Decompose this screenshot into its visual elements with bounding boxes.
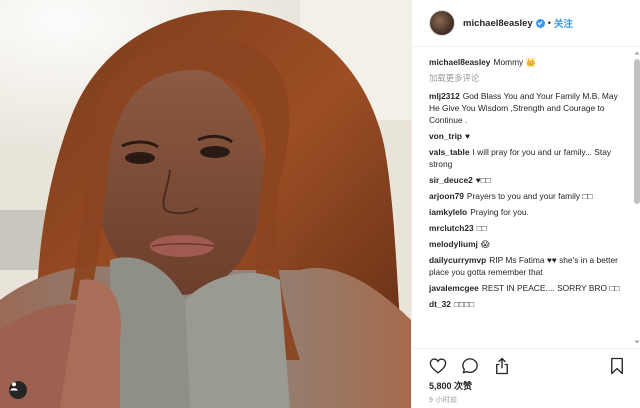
comment-text: ♥□□ [475,175,491,185]
comment-item: dailycurrymvp RIP Ms Fatima ♥♥ she's in a… [429,254,629,278]
post-timestamp[interactable]: 9 小时前 [429,395,457,405]
verified-icon [535,18,545,28]
comment-text: 😱 [480,239,490,249]
comment-button[interactable] [460,356,480,376]
like-button[interactable] [428,356,448,376]
comment-text: REST IN PEACE.... SORRY BRO □□ [481,283,620,293]
scroll-down-icon[interactable] [634,339,640,345]
bookmark-icon [611,357,623,375]
comment-username[interactable]: iamkylelo [429,207,467,217]
save-button[interactable] [607,356,627,376]
comment-text: ♥ [465,131,471,141]
share-button[interactable] [492,356,512,376]
user-tag-button[interactable] [9,381,27,399]
scroll-up-icon[interactable] [634,50,640,56]
share-icon [496,357,508,375]
comments-scrollbar[interactable] [633,49,640,346]
comment-item: dt_32 □□□□ [429,298,629,310]
comment-item: mlj2312 God Blass You and Your Family M.B… [429,90,629,126]
comments-list[interactable]: michael8easley Mommy 👑 加载更多评论 mlj2312 God … [429,49,629,349]
comment-item: iamkylelo Praying for you. [429,206,629,218]
comment-item: mrclutch23 □□ [429,222,629,234]
comment-item: sir_deuce2 ♥□□ [429,174,629,186]
comment-username[interactable]: vals_table [429,147,470,157]
post-caption: michael8easley Mommy 👑 [429,56,629,68]
avatar[interactable] [429,10,455,36]
comment-username[interactable]: mrclutch23 [429,223,474,233]
caption-text: Mommy 👑 [493,57,536,67]
comment-text: □□ [476,223,487,233]
comment-username[interactable]: arjoon79 [429,191,464,201]
portrait-image [0,0,411,408]
load-more-comments-button[interactable]: 加载更多评论 [429,72,629,84]
follow-button[interactable]: 关注 [554,16,573,30]
comment-item: javalemcgee REST IN PEACE.... SORRY BRO □… [429,282,629,294]
post-actions: 5,800 次赞 9 小时前 [412,348,640,408]
comment-username[interactable]: sir_deuce2 [429,175,473,185]
heart-icon [429,358,447,374]
scrollbar-thumb[interactable] [634,59,640,204]
post-header: michael8easley • 关注 [412,0,640,47]
comment-username[interactable]: dt_32 [429,299,451,309]
comment-item: vals_table I will pray for you and ur fam… [429,146,629,170]
comment-username[interactable]: melodyliumj [429,239,478,249]
comment-username[interactable]: von_trip [429,131,462,141]
header-username[interactable]: michael8easley [463,18,533,29]
comment-text: Praying for you. [470,207,529,217]
comment-text: Prayers to you and your family □□ [466,191,593,201]
comment-item: von_trip ♥ [429,130,629,142]
likes-count[interactable]: 5,800 次赞 [429,379,472,392]
comment-username[interactable]: javalemcgee [429,283,479,293]
separator-dot: • [547,18,551,28]
comment-username[interactable]: dailycurrymvp [429,255,486,265]
user-tag-icon [10,382,18,391]
comment-username[interactable]: mlj2312 [429,91,460,101]
caption-username[interactable]: michael8easley [429,57,490,67]
post-side-panel: michael8easley • 关注 michael8easley Mommy … [411,0,640,408]
comment-item: arjoon79 Prayers to you and your family □… [429,190,629,202]
comment-item: melodyliumj 😱 [429,238,629,250]
post-photo[interactable] [0,0,411,408]
comment-text: □□□□ [453,299,475,309]
comment-icon [462,358,478,374]
